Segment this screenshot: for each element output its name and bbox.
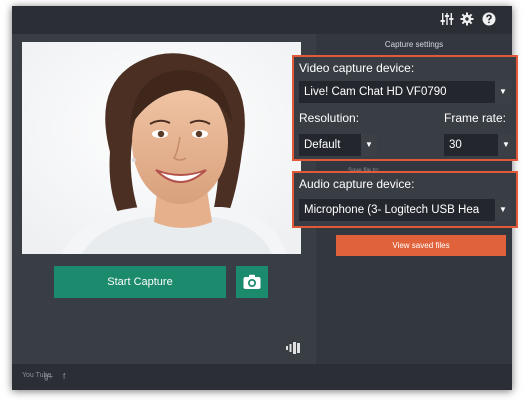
video-settings-callout: Video capture device: Live! Cam Chat HD … — [292, 55, 518, 161]
capture-panel: Start Capture — [12, 34, 315, 364]
title-bar — [12, 6, 512, 34]
chevron-down-icon: ▼ — [495, 199, 511, 221]
sliders-icon[interactable] — [440, 12, 454, 26]
webcam-preview — [22, 42, 301, 254]
resolution-dropdown[interactable]: Default ▼ — [299, 134, 377, 156]
settings-title: Capture settings — [384, 40, 444, 49]
resolution-label: Resolution: — [299, 111, 360, 125]
audio-device-label: Audio capture device: — [299, 177, 415, 191]
snapshot-button[interactable] — [236, 266, 268, 298]
webcam-preview-image — [22, 42, 301, 254]
audio-level-icon — [286, 342, 300, 354]
video-device-label: Video capture device: — [299, 61, 415, 75]
resolution-value: Default — [304, 139, 341, 151]
frame-rate-dropdown[interactable]: 30 ▼ — [444, 134, 514, 156]
google-plus-link[interactable]: g+ — [44, 372, 53, 381]
facebook-link[interactable]: f — [63, 372, 65, 381]
view-saved-files-button[interactable]: View saved files — [336, 235, 506, 256]
video-device-value: Live! Cam Chat HD VF0790 — [304, 86, 447, 98]
audio-device-dropdown[interactable]: Microphone (3- Logitech USB Hea ▼ — [299, 199, 511, 221]
audio-device-value: Microphone (3- Logitech USB Hea — [304, 204, 480, 216]
chevron-down-icon: ▼ — [495, 81, 511, 103]
chevron-down-icon: ▼ — [361, 134, 377, 156]
chevron-down-icon: ▼ — [498, 134, 514, 156]
gear-icon[interactable] — [460, 12, 474, 26]
help-icon[interactable] — [482, 12, 496, 26]
footer: You Tube g+ f — [12, 364, 512, 390]
frame-rate-value: 30 — [449, 139, 462, 151]
video-device-dropdown[interactable]: Live! Cam Chat HD VF0790 ▼ — [299, 81, 511, 103]
camera-icon — [243, 274, 261, 289]
start-capture-button[interactable]: Start Capture — [54, 266, 226, 298]
frame-rate-label: Frame rate: — [444, 111, 507, 125]
audio-settings-callout: Audio capture device: Microphone (3- Log… — [292, 171, 518, 228]
